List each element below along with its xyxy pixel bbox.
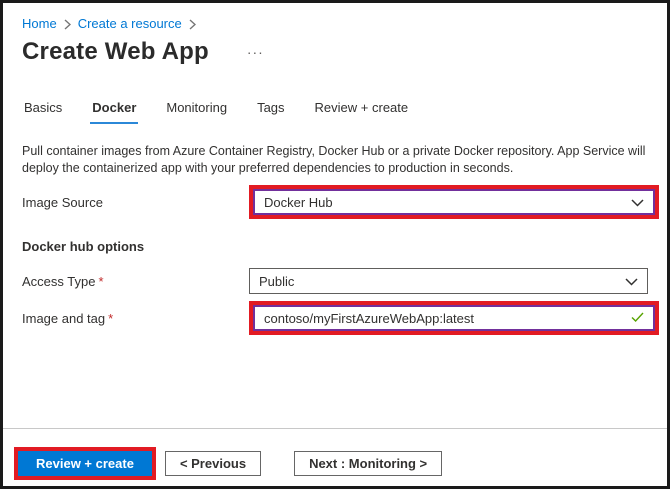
access-type-label: Access Type * — [22, 274, 249, 289]
breadcrumb: Home Create a resource — [22, 16, 648, 31]
previous-button[interactable]: < Previous — [164, 451, 262, 476]
breadcrumb-create-resource-link[interactable]: Create a resource — [78, 16, 182, 31]
more-actions-icon[interactable]: ··· — [247, 44, 264, 60]
image-and-tag-label: Image and tag * — [22, 311, 249, 326]
tab-bar: Basics Docker Monitoring Tags Review + c… — [22, 100, 648, 124]
tab-tags[interactable]: Tags — [255, 100, 286, 124]
annotation-highlight-image-and-tag: contoso/myFirstAzureWebApp:latest — [249, 301, 659, 335]
next-monitoring-button[interactable]: Next : Monitoring > — [294, 451, 443, 476]
title-row: Create Web App ··· — [22, 38, 648, 66]
image-and-tag-label-text: Image and tag — [22, 310, 106, 326]
valid-checkmark-icon — [631, 311, 644, 326]
image-source-dropdown[interactable]: Docker Hub — [253, 189, 655, 215]
docker-hub-options-heading: Docker hub options — [22, 239, 145, 254]
breadcrumb-home-link[interactable]: Home — [22, 16, 57, 31]
docker-tab-description: Pull container images from Azure Contain… — [22, 144, 646, 175]
chevron-down-icon — [631, 195, 644, 210]
image-source-row: Image Source Docker Hub — [22, 185, 659, 219]
image-and-tag-input[interactable]: contoso/myFirstAzureWebApp:latest — [253, 305, 655, 331]
image-source-label: Image Source — [22, 194, 103, 210]
tab-monitoring[interactable]: Monitoring — [164, 100, 229, 124]
annotation-highlight-image-source: Docker Hub — [249, 185, 659, 219]
breadcrumb-chevron-icon — [189, 18, 196, 30]
access-type-row: Access Type * Public — [22, 268, 648, 294]
footer-divider — [3, 428, 667, 429]
page-title: Create Web App — [22, 38, 209, 65]
image-and-tag-value: contoso/myFirstAzureWebApp:latest — [264, 310, 475, 326]
chevron-down-icon — [625, 274, 638, 289]
footer-button-bar: Review + create < Previous Next : Monito… — [14, 447, 443, 480]
create-web-app-page: Home Create a resource Create Web App ··… — [0, 0, 670, 489]
image-and-tag-row: Image and tag * contoso/myFirstAzureWebAp… — [22, 301, 659, 335]
image-source-value: Docker Hub — [264, 194, 333, 210]
required-asterisk: * — [108, 310, 114, 326]
access-type-label-text: Access Type — [22, 273, 96, 289]
access-type-value: Public — [259, 273, 295, 289]
annotation-highlight-review-create: Review + create — [14, 447, 156, 480]
tab-review-create[interactable]: Review + create — [313, 100, 411, 124]
tab-docker[interactable]: Docker — [90, 100, 139, 124]
tab-basics[interactable]: Basics — [22, 100, 64, 124]
required-asterisk: * — [98, 273, 104, 289]
breadcrumb-chevron-icon — [64, 18, 71, 30]
access-type-dropdown[interactable]: Public — [249, 268, 648, 294]
review-create-button[interactable]: Review + create — [18, 451, 152, 476]
